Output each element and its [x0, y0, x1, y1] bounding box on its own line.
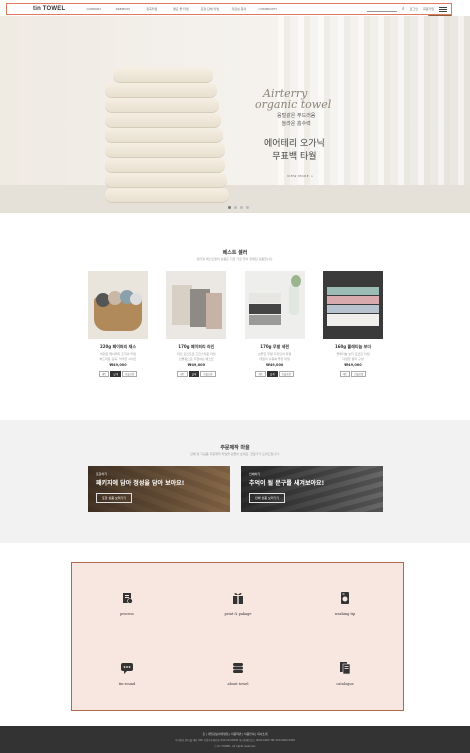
product-image[interactable]	[166, 271, 227, 339]
hero-banner[interactable]: Airterry organic towel 융털같은 푸드러움 놀라운 흡수력…	[0, 16, 470, 213]
tag-single[interactable]: 낱개	[267, 371, 278, 377]
footer-company-info: 주식회사 틴타월 대표 000 사업자등록번호 000-00-00000 통신판…	[175, 739, 295, 742]
product-card[interactable]: 220g 페이퍼리 재스 세련된 페이퍼리 조직의 타월 부드러운 감촉, 넉넉한…	[88, 271, 148, 377]
order-subtitle: 단체 및 기념품 주문제작 타월을 만들어 보세요. 전문가가 도와드립니다.	[190, 452, 280, 456]
catalogue-icon	[340, 662, 351, 675]
slide-dot[interactable]	[234, 206, 237, 209]
product-image[interactable]	[88, 271, 148, 339]
nav-item-promo[interactable]: 판촉타월	[137, 7, 166, 11]
product-list: 220g 페이퍼리 재스 세련된 페이퍼리 조직의 타월 부드러운 감촉, 넉넉한…	[88, 271, 383, 377]
quick-menu-washing-tip[interactable]: washing tip	[315, 590, 375, 616]
product-desc: 심플한 무발 디자인의 타월 데일리 사용에 좋은 타월	[258, 352, 292, 361]
tag-gift[interactable]: 선물포장	[351, 371, 367, 377]
product-price: ₩49,000	[344, 363, 362, 367]
product-desc: 라인 포인트로 고급스러운 타월 선물용으로 추천하는 베스트	[176, 352, 216, 361]
tag-set[interactable]: 세트	[98, 371, 110, 377]
gift-icon	[233, 592, 243, 604]
print-button[interactable]: 인쇄 상품 보러가기	[249, 493, 285, 503]
best-subtitle: 틴타월 베스트셀러 상품은 지금 가장 많이 판매된 상품입니다.	[196, 257, 274, 261]
product-name[interactable]: 170g 페이퍼리 라인	[166, 344, 226, 350]
nav-item-resources[interactable]: 자료실·문의	[224, 7, 253, 11]
washing-icon	[341, 592, 349, 604]
hero-subcopy: 융털같은 푸드러움 놀라운 흡수력	[277, 113, 316, 127]
footer-links[interactable]: 홈 | 개인정보처리방침 | 이용약관 | 이용안내 | 회사소개	[0, 732, 470, 736]
nav-item-premium[interactable]: PREMIUM	[108, 7, 137, 11]
banner-headline: 추억이 될 문구를 새겨보아요!	[249, 480, 325, 487]
header-utils: ⌕ 로그인 회원가입	[366, 6, 447, 12]
product-card[interactable]: 160g 플레티늄 보더 플레티늄 보더 포인트 타월 다양한 컬러 구성 ₩49…	[322, 271, 383, 377]
quick-menu-print-package[interactable]: print & pakage	[208, 590, 268, 616]
best-title: 베스트 셀러	[222, 250, 248, 256]
quick-menu-about-towel[interactable]: about towel	[208, 660, 268, 686]
chat-icon	[121, 663, 133, 674]
banner-label: 포장하기	[96, 472, 108, 476]
tag-gift[interactable]: 선물포장	[278, 371, 294, 377]
tag-gift[interactable]: 선물포장	[200, 371, 216, 377]
product-name[interactable]: 160g 플레티늄 보더	[323, 344, 383, 350]
search-icon[interactable]: ⌕	[402, 6, 405, 12]
tag-set[interactable]: 세트	[339, 371, 351, 377]
nav-item-wedding[interactable]: 결혼·돌 타월	[166, 7, 195, 11]
towel-stack-image	[105, 68, 230, 203]
tag-gift[interactable]: 선물포장	[122, 371, 138, 377]
product-tags: 세트 선물포장	[323, 371, 383, 377]
product-tags: 세트 낱개 선물포장	[166, 371, 226, 377]
nav-item-community[interactable]: COMMUNITY	[253, 7, 282, 11]
menu-icon[interactable]	[439, 6, 447, 12]
product-price: ₩49,000	[265, 363, 284, 367]
tag-set[interactable]: 세트	[255, 371, 267, 377]
slide-dot[interactable]	[240, 206, 243, 209]
footer: 홈 | 개인정보처리방침 | 이용약관 | 이용안내 | 회사소개 주식회사 틴…	[0, 726, 470, 753]
tag-single[interactable]: 낱개	[110, 371, 121, 377]
product-desc: 세련된 페이퍼리 조직의 타월 부드러운 감촉, 넉넉한 사이즈	[99, 352, 137, 361]
product-card[interactable]: 170g 페이퍼리 라인 라인 포인트로 고급스러운 타월 선물용으로 추천하는 …	[166, 271, 227, 377]
slide-dot[interactable]	[246, 206, 249, 209]
quick-menu-box: process print & pakage washing tip tin-r…	[71, 562, 404, 711]
order-title: 주문제작 마을	[220, 445, 250, 451]
main-nav: COMPANY PREMIUM 판촉타월 결혼·돌 타월 포장·단체 타월 자료…	[79, 7, 282, 11]
top-header: tin TOWEL COMPANY PREMIUM 판촉타월 결혼·돌 타월 포…	[6, 3, 452, 15]
quick-menu-process[interactable]: process	[97, 590, 157, 616]
product-image[interactable]	[244, 271, 305, 339]
product-name[interactable]: 220g 페이퍼리 재스	[88, 344, 148, 350]
print-banner[interactable]: 인쇄하기 추억이 될 문구를 새겨보아요! 인쇄 상품 보러가기	[241, 466, 383, 512]
banner-label: 인쇄하기	[249, 472, 261, 476]
hero-script-title: Airterry organic towel	[255, 87, 332, 111]
product-name[interactable]: 170g 무발 세련	[245, 344, 305, 350]
view-more-link[interactable]: VIEW MORE >	[287, 174, 314, 178]
process-icon	[123, 593, 133, 604]
slide-dot[interactable]	[228, 206, 231, 209]
hero-title: 에어테리 오가닉 무표백 타월	[264, 139, 325, 162]
product-tags: 세트 낱개 선물포장	[88, 371, 148, 377]
product-image[interactable]	[322, 271, 383, 339]
custom-order-section	[0, 420, 470, 543]
tag-set[interactable]: 세트	[177, 371, 188, 377]
product-card[interactable]: 170g 무발 세련 심플한 무발 디자인의 타월 데일리 사용에 좋은 타월 ₩…	[244, 271, 305, 377]
footer-copyright: ⓒ tin TOWEL. All rights reserved.	[214, 745, 256, 748]
package-banner[interactable]: 포장하기 패키지에 담아 정성을 담아 보아요! 포장 상품 보러가기	[88, 466, 230, 512]
logo[interactable]: tin TOWEL	[33, 6, 65, 12]
search-input[interactable]	[366, 7, 397, 12]
quick-menu-tin-round[interactable]: tin-round	[97, 660, 157, 686]
join-link[interactable]: 회원가입	[423, 7, 434, 11]
slide-indicators	[228, 206, 249, 209]
nav-item-company[interactable]: COMPANY	[79, 7, 108, 11]
towel-stack-icon	[233, 663, 243, 673]
product-price: ₩49,000	[109, 363, 127, 367]
package-button[interactable]: 포장 상품 보러가기	[96, 493, 132, 503]
banner-headline: 패키지에 담아 정성을 담아 보아요!	[96, 480, 185, 487]
quick-menu-catalogue[interactable]: catalogue	[315, 660, 375, 686]
login-link[interactable]: 로그인	[410, 7, 418, 11]
product-price: ₩49,000	[187, 363, 206, 367]
product-tags: 세트 낱개 선물포장	[245, 371, 305, 377]
tag-single[interactable]: 낱개	[188, 371, 200, 377]
nav-item-group[interactable]: 포장·단체 타월	[195, 7, 224, 11]
product-desc: 플레티늄 보더 포인트 타월 다양한 컬러 구성	[336, 352, 370, 361]
